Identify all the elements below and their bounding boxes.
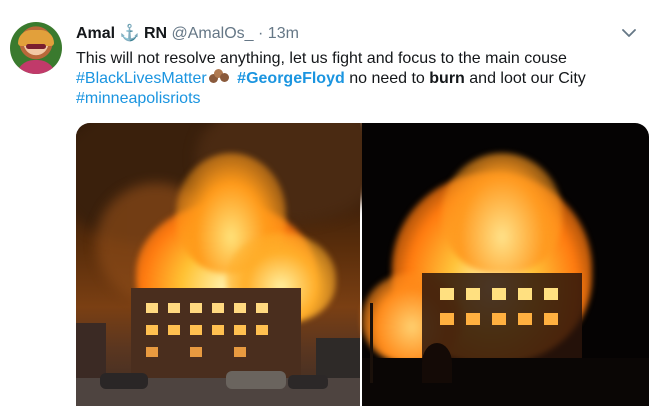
- photo-burning-building-night[interactable]: [362, 123, 649, 406]
- chevron-down-icon[interactable]: [620, 24, 638, 42]
- hashtag-blacklivesmatter[interactable]: #BlackLivesMatter: [76, 70, 207, 87]
- tweet-bold-word: burn: [429, 70, 465, 87]
- avatar-glasses: [26, 44, 46, 49]
- hashtag-georgefloyd[interactable]: #GeorgeFloyd: [237, 70, 345, 87]
- tweet-header: Amal ⚓ RN @AmalOs_ · 13m: [76, 24, 299, 44]
- tweet-card[interactable]: Amal ⚓ RN @AmalOs_ · 13m This will not r…: [0, 0, 650, 406]
- tweet-line-3: #minneapolisriots: [76, 89, 636, 109]
- avatar-clothing: [16, 60, 56, 74]
- tweet-line-2: #BlackLivesMatter #GeorgeFloyd no need t…: [76, 69, 636, 89]
- tweet-text-segment: and loot our City: [469, 70, 586, 87]
- author-handle[interactable]: @AmalOs_: [172, 25, 254, 42]
- tweet-line-1: This will not resolve anything, let us f…: [76, 50, 567, 67]
- tweet-body: This will not resolve anything, let us f…: [76, 49, 636, 109]
- tweet-text-segment: no need to: [349, 70, 425, 87]
- header-separator: ·: [258, 25, 264, 42]
- tweet-media-grid: [76, 123, 649, 406]
- author-name-suffix[interactable]: RN: [144, 25, 167, 42]
- anchor-icon: ⚓: [119, 25, 140, 42]
- avatar[interactable]: [10, 22, 62, 74]
- hashtag-minneapolisriots[interactable]: #minneapolisriots: [76, 90, 201, 107]
- photo-burning-building-day[interactable]: [76, 123, 386, 406]
- author-display-name[interactable]: Amal: [76, 25, 115, 42]
- tweet-timestamp[interactable]: 13m: [268, 25, 299, 42]
- paw-prints-emoji: [208, 69, 231, 85]
